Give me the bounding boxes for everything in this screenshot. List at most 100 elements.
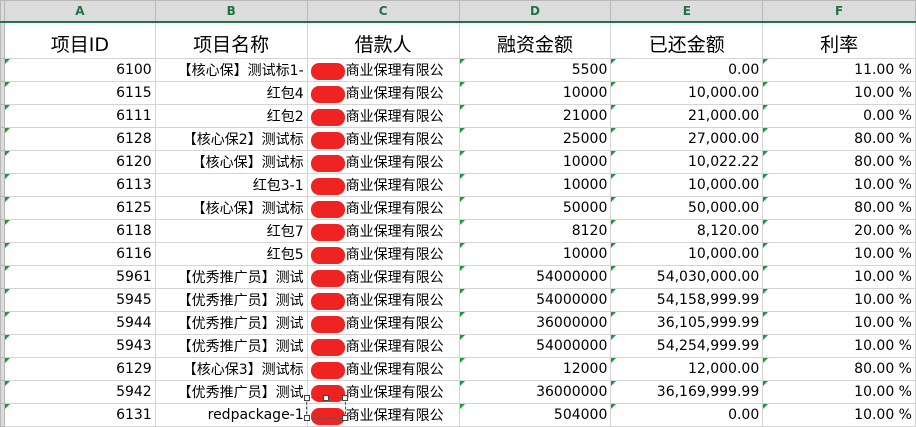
cell-interest-rate[interactable]: 10.00 %: [762, 288, 916, 312]
cell-project-name[interactable]: 【优秀推广员】测试: [154, 334, 308, 358]
cell-project-name[interactable]: 红包7: [154, 219, 308, 243]
cell-financing-amount[interactable]: 10000: [458, 81, 612, 105]
cell-borrower[interactable]: 商业保理有限公: [306, 173, 460, 197]
cell-interest-rate[interactable]: 10.00 %: [762, 242, 916, 266]
cell-interest-rate[interactable]: 80.00 %: [762, 196, 916, 220]
cell-borrower[interactable]: 商业保理有限公: [306, 104, 460, 128]
cell-project-name[interactable]: 【优秀推广员】测试: [154, 265, 308, 289]
cell-financing-amount[interactable]: 5500: [458, 58, 612, 82]
cell-financing-amount[interactable]: 50000: [458, 196, 612, 220]
cell-repaid-amount[interactable]: 12,000.00: [610, 357, 764, 381]
cell-financing-amount[interactable]: 36000000: [458, 380, 612, 404]
cell-repaid-amount[interactable]: 0.00: [610, 58, 764, 82]
cell-repaid-amount[interactable]: 36,105,999.99: [610, 311, 764, 335]
cell-project-id[interactable]: 5944: [3, 311, 156, 335]
cell-repaid-amount[interactable]: 54,158,999.99: [610, 288, 764, 312]
cell-project-name[interactable]: 【优秀推广员】测试: [154, 288, 308, 312]
cell-repaid-amount[interactable]: 36,169,999.99: [610, 380, 764, 404]
cell-interest-rate[interactable]: 10.00 %: [762, 334, 916, 358]
header-cell-borrower[interactable]: 借款人: [306, 21, 460, 59]
column-header-a[interactable]: A: [3, 0, 156, 23]
cell-financing-amount[interactable]: 10000: [458, 242, 612, 266]
cell-project-name[interactable]: 红包3-1: [154, 173, 308, 197]
cell-financing-amount[interactable]: 36000000: [458, 311, 612, 335]
cell-project-id[interactable]: 6120: [3, 150, 156, 174]
cell-financing-amount[interactable]: 54000000: [458, 265, 612, 289]
cell-project-name[interactable]: 【核心保3】测试标: [154, 357, 308, 381]
cell-borrower[interactable]: 商业保理有限公: [306, 357, 460, 381]
resize-handle[interactable]: [342, 415, 348, 421]
cell-project-id[interactable]: 6125: [3, 196, 156, 220]
column-header-c[interactable]: C: [306, 0, 460, 23]
cell-interest-rate[interactable]: 10.00 %: [762, 81, 916, 105]
cell-project-id[interactable]: 5945: [3, 288, 156, 312]
header-cell-financing-amount[interactable]: 融资金额: [458, 21, 612, 59]
cell-repaid-amount[interactable]: 27,000.00: [610, 127, 764, 151]
cell-interest-rate[interactable]: 80.00 %: [762, 150, 916, 174]
cell-project-name[interactable]: 【核心保】测试标1-: [154, 58, 308, 82]
cell-project-id[interactable]: 6100: [3, 58, 156, 82]
resize-handle[interactable]: [304, 415, 310, 421]
cell-borrower[interactable]: 商业保理有限公: [306, 219, 460, 243]
resize-handle[interactable]: [342, 395, 348, 401]
cell-repaid-amount[interactable]: 50,000.00: [610, 196, 764, 220]
cell-interest-rate[interactable]: 20.00 %: [762, 219, 916, 243]
cell-borrower[interactable]: 商业保理有限公: [306, 311, 460, 335]
cell-project-id[interactable]: 6129: [3, 357, 156, 381]
resize-handle[interactable]: [304, 395, 310, 401]
cell-borrower[interactable]: 商业保理有限公: [306, 81, 460, 105]
cell-interest-rate[interactable]: 10.00 %: [762, 173, 916, 197]
cell-borrower[interactable]: 商业保理有限公: [306, 127, 460, 151]
cell-project-id[interactable]: 6131: [3, 403, 156, 427]
cell-project-name[interactable]: 【核心保】测试标: [154, 150, 308, 174]
cell-borrower[interactable]: 商业保理有限公: [306, 265, 460, 289]
cell-financing-amount[interactable]: 8120: [458, 219, 612, 243]
cell-borrower[interactable]: 商业保理有限公: [306, 58, 460, 82]
cell-repaid-amount[interactable]: 54,030,000.00: [610, 265, 764, 289]
header-cell-project-name[interactable]: 项目名称: [154, 21, 308, 59]
cell-borrower[interactable]: 商业保理有限公: [306, 242, 460, 266]
cell-project-id[interactable]: 6111: [3, 104, 156, 128]
cell-interest-rate[interactable]: 11.00 %: [762, 58, 916, 82]
cell-repaid-amount[interactable]: 54,254,999.99: [610, 334, 764, 358]
cell-project-id[interactable]: 5943: [3, 334, 156, 358]
cell-repaid-amount[interactable]: 10,022.22: [610, 150, 764, 174]
cell-project-id[interactable]: 6118: [3, 219, 156, 243]
cell-repaid-amount[interactable]: 8,120.00: [610, 219, 764, 243]
cell-financing-amount[interactable]: 10000: [458, 150, 612, 174]
cell-project-name[interactable]: 【核心保2】测试标: [154, 127, 308, 151]
cell-project-name[interactable]: 红包5: [154, 242, 308, 266]
cell-project-id[interactable]: 6116: [3, 242, 156, 266]
cell-borrower[interactable]: 商业保理有限公: [306, 150, 460, 174]
cell-financing-amount[interactable]: 504000: [458, 403, 612, 427]
cell-project-name[interactable]: redpackage-1: [154, 403, 308, 427]
header-cell-project-id[interactable]: 项目ID: [3, 21, 156, 59]
cell-project-name[interactable]: 【核心保】测试标: [154, 196, 308, 220]
cell-interest-rate[interactable]: 0.00 %: [762, 104, 916, 128]
cell-interest-rate[interactable]: 10.00 %: [762, 265, 916, 289]
cell-borrower[interactable]: 商业保理有限公: [306, 288, 460, 312]
cell-financing-amount[interactable]: 21000: [458, 104, 612, 128]
cell-financing-amount[interactable]: 10000: [458, 173, 612, 197]
selected-image-frame[interactable]: [304, 395, 348, 421]
cell-project-name[interactable]: 【优秀推广员】测试: [154, 311, 308, 335]
cell-project-name[interactable]: 红包2: [154, 104, 308, 128]
cell-repaid-amount[interactable]: 21,000.00: [610, 104, 764, 128]
cell-interest-rate[interactable]: 80.00 %: [762, 357, 916, 381]
cell-project-name[interactable]: 红包4: [154, 81, 308, 105]
cell-interest-rate[interactable]: 10.00 %: [762, 380, 916, 404]
cell-financing-amount[interactable]: 54000000: [458, 288, 612, 312]
cell-financing-amount[interactable]: 54000000: [458, 334, 612, 358]
column-header-b[interactable]: B: [154, 0, 308, 23]
cell-project-id[interactable]: 6115: [3, 81, 156, 105]
column-header-e[interactable]: E: [610, 0, 764, 23]
cell-interest-rate[interactable]: 10.00 %: [762, 403, 916, 427]
cell-borrower[interactable]: 商业保理有限公: [306, 334, 460, 358]
cell-interest-rate[interactable]: 10.00 %: [762, 311, 916, 335]
cell-repaid-amount[interactable]: 10,000.00: [610, 173, 764, 197]
cell-project-id[interactable]: 5942: [3, 380, 156, 404]
cell-repaid-amount[interactable]: 10,000.00: [610, 242, 764, 266]
cell-financing-amount[interactable]: 25000: [458, 127, 612, 151]
cell-financing-amount[interactable]: 12000: [458, 357, 612, 381]
cell-interest-rate[interactable]: 80.00 %: [762, 127, 916, 151]
